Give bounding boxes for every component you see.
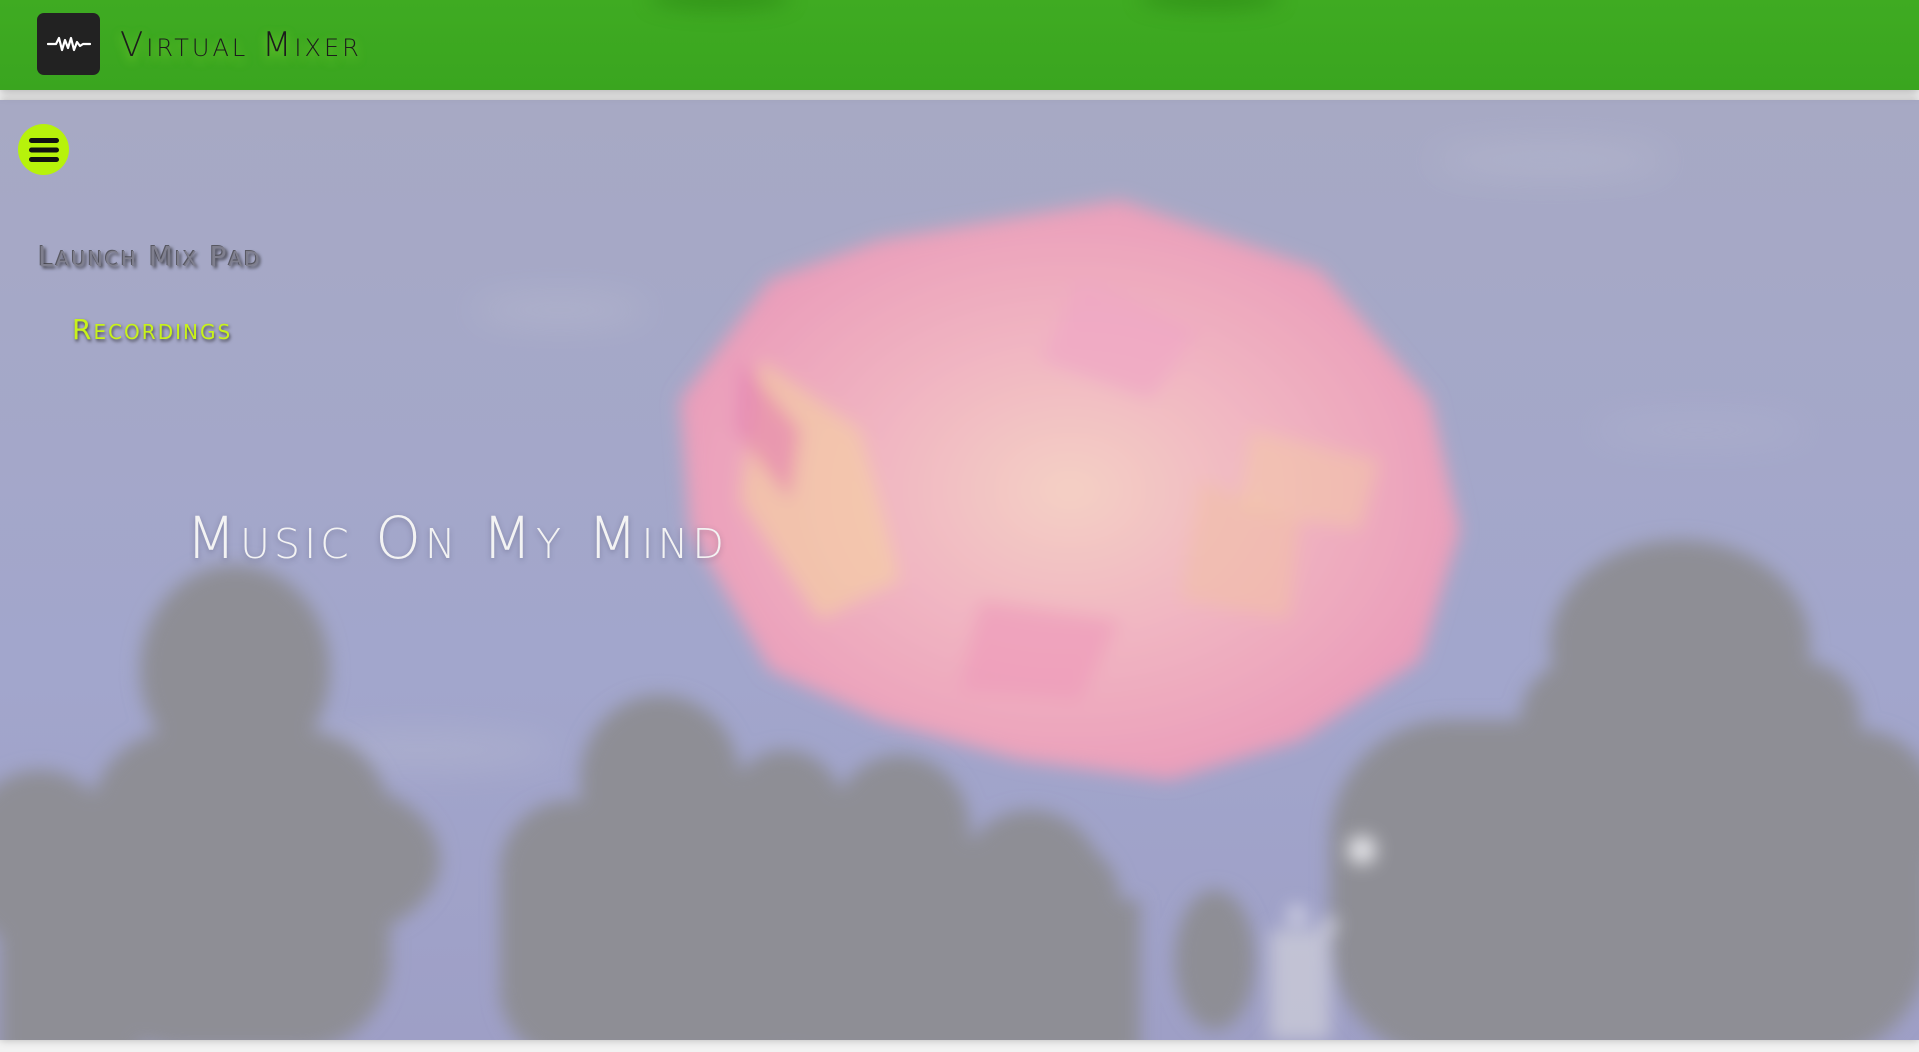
waveform-icon bbox=[46, 36, 91, 52]
nav-item-recordings[interactable]: Recordings bbox=[72, 310, 232, 350]
nav-item-launch-mix-pad[interactable]: Launch Mix Pad bbox=[38, 237, 261, 277]
menu-toggle-button[interactable] bbox=[18, 124, 69, 175]
top-bar: Virtual Mixer bbox=[0, 0, 1919, 90]
app-logo[interactable] bbox=[37, 13, 100, 75]
decorative-glow bbox=[1140, 0, 1280, 10]
hamburger-menu-icon bbox=[28, 137, 59, 162]
hero-heading: Music On My Mind bbox=[186, 504, 728, 572]
app-title: Virtual Mixer bbox=[120, 25, 362, 65]
decorative-glow bbox=[650, 0, 790, 10]
